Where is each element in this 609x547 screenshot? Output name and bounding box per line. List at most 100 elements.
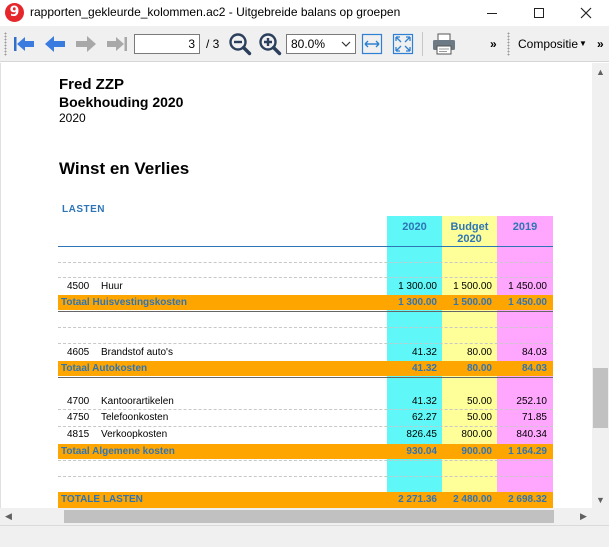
- account-code: 4500: [67, 281, 90, 292]
- value-budget: 1 500.00: [453, 281, 492, 292]
- total-budget: 900.00: [461, 446, 492, 457]
- section-title: Winst en Verlies: [59, 159, 190, 178]
- fit-width-icon: [361, 33, 383, 55]
- value-2019: 840.34: [516, 429, 547, 440]
- scroll-right-icon[interactable]: ▶: [575, 508, 592, 525]
- value-2019: 1 450.00: [508, 281, 547, 292]
- vertical-scrollbar[interactable]: ▲ ▼: [592, 63, 609, 508]
- value-budget: 800.00: [461, 429, 492, 440]
- print-button[interactable]: [431, 31, 457, 57]
- row-divider: [58, 426, 553, 427]
- value-2020: 41.32: [411, 396, 437, 407]
- group-label: LASTEN: [62, 204, 105, 215]
- value-budget: 50.00: [466, 396, 492, 407]
- account-code: 4605: [67, 347, 90, 358]
- minimize-icon: [487, 12, 497, 14]
- scroll-left-icon[interactable]: ◀: [0, 508, 17, 525]
- total-2019: 84.03: [521, 363, 547, 374]
- minimize-button[interactable]: [469, 0, 515, 26]
- report-viewport[interactable]: Fred ZZP Boekhouding 2020 2020 Winst en …: [0, 63, 592, 508]
- toolbar-overflow-button[interactable]: »: [490, 37, 497, 51]
- total-2019: 1 164.29: [508, 446, 547, 457]
- account-name: Verkoopkosten: [101, 429, 168, 440]
- layout-select[interactable]: Compositie: [518, 37, 578, 51]
- grand-total-2019: 2 698.32: [508, 494, 547, 505]
- toolbar-grip[interactable]: [4, 32, 7, 56]
- total-label: Totaal Algemene kosten: [61, 446, 175, 457]
- scroll-down-icon[interactable]: ▼: [592, 491, 609, 508]
- total-2019: 1 450.00: [508, 297, 547, 308]
- maximize-icon: [534, 8, 544, 18]
- status-bar: [0, 525, 609, 547]
- report-year: 2020: [59, 111, 86, 125]
- row-divider: [58, 343, 553, 344]
- toolbar-overflow-button-2[interactable]: »: [597, 37, 604, 51]
- fit-width-button[interactable]: [359, 31, 385, 57]
- close-icon: [580, 7, 592, 19]
- account-name: Brandstof auto's: [101, 347, 173, 358]
- grand-total-2020: 2 271.36: [398, 494, 437, 505]
- value-budget: 80.00: [466, 347, 492, 358]
- row-divider: [58, 262, 553, 263]
- account-name: Telefoonkosten: [101, 412, 169, 423]
- zoom-out-button[interactable]: [227, 31, 253, 57]
- zoom-select[interactable]: 80.0%: [286, 34, 356, 54]
- previous-page-button[interactable]: [42, 31, 68, 57]
- company-name: Fred ZZP: [59, 76, 125, 93]
- page-number-input[interactable]: 3: [134, 34, 200, 54]
- toolbar: 3 / 3 80.0% » Compositie ▼ »: [0, 26, 609, 62]
- zoom-in-button[interactable]: [257, 31, 283, 57]
- total-2020: 41.32: [411, 363, 437, 374]
- account-code: 4750: [67, 412, 90, 423]
- column-header-budget: Budget 2020: [442, 221, 497, 245]
- value-budget: 50.00: [466, 412, 492, 423]
- vertical-scroll-thumb[interactable]: [593, 368, 608, 428]
- first-page-icon: [14, 37, 34, 51]
- value-2020: 826.45: [406, 429, 437, 440]
- row-divider: [58, 277, 553, 278]
- scrollbar-corner: [592, 508, 609, 525]
- total-2020: 930.04: [406, 446, 437, 457]
- row-divider: [58, 476, 553, 477]
- scroll-up-icon[interactable]: ▲: [592, 63, 609, 80]
- row-divider: [58, 409, 553, 410]
- zoom-out-icon: [229, 33, 252, 56]
- value-2019: 84.03: [521, 347, 547, 358]
- title-bar: 9 rapporten_gekleurde_kolommen.ac2 - Uit…: [0, 0, 609, 26]
- row-divider: [58, 327, 553, 328]
- fit-page-button[interactable]: [390, 31, 416, 57]
- value-2020: 41.32: [411, 347, 437, 358]
- value-2020: 62.27: [411, 412, 437, 423]
- total-label: Totaal Autokosten: [61, 363, 148, 374]
- row-divider: [58, 311, 553, 312]
- first-page-button[interactable]: [11, 31, 37, 57]
- column-header-budget-line2: 2020: [457, 233, 482, 245]
- maximize-button[interactable]: [516, 0, 562, 26]
- horizontal-scroll-thumb[interactable]: [64, 510, 554, 523]
- total-budget: 80.00: [466, 363, 492, 374]
- next-page-button[interactable]: [73, 31, 99, 57]
- column-header-2019: 2019: [512, 221, 538, 233]
- total-2020: 1 300.00: [398, 297, 437, 308]
- layout-dropdown-icon[interactable]: ▼: [579, 39, 587, 48]
- book-title: Boekhouding 2020: [59, 94, 184, 110]
- last-page-icon: [107, 37, 127, 51]
- toolbar-separator: [422, 32, 423, 56]
- arrow-right-icon: [76, 36, 96, 52]
- total-label: Totaal Huisvestingskosten: [61, 297, 187, 308]
- zoom-in-icon: [259, 33, 282, 56]
- app-logo-icon: 9: [5, 3, 24, 22]
- grand-total-budget: 2 480.00: [453, 494, 492, 505]
- close-button[interactable]: [563, 0, 609, 26]
- zoom-value: 80.0%: [291, 37, 326, 51]
- account-code: 4815: [67, 429, 90, 440]
- chevron-down-icon: [341, 41, 351, 47]
- toolbar-grip-2[interactable]: [507, 32, 510, 56]
- last-page-button[interactable]: [104, 31, 130, 57]
- column-header-budget-line1: Budget: [450, 221, 489, 233]
- account-name: Kantoorartikelen: [101, 396, 174, 407]
- row-divider: [58, 377, 553, 378]
- printer-icon: [433, 33, 455, 55]
- fit-page-icon: [392, 33, 414, 55]
- total-budget: 1 500.00: [453, 297, 492, 308]
